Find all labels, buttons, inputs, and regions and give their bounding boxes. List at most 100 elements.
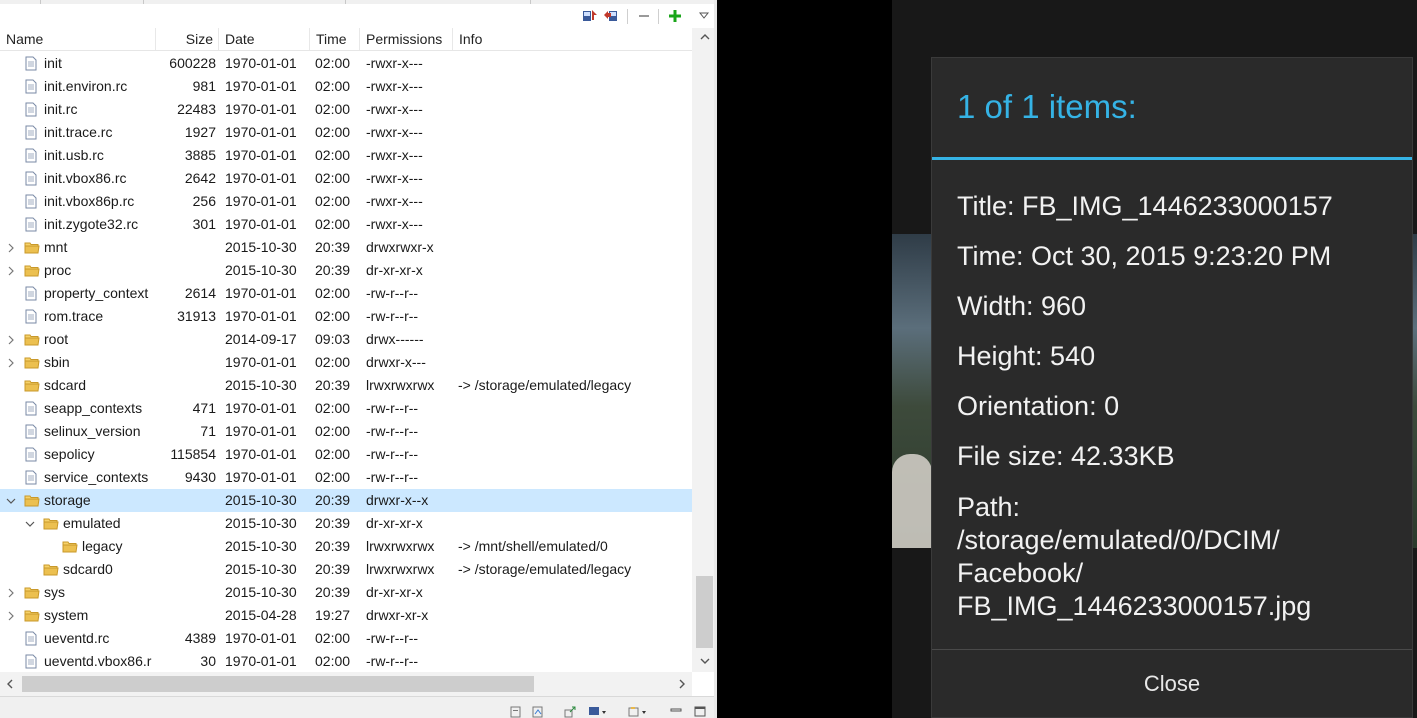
add-icon[interactable] [666,7,684,25]
file-date: 2015-10-30 [225,561,297,577]
table-row[interactable]: mnt 2015-10-30 20:39 drwxrwxr-x [0,236,692,259]
delete-icon[interactable] [635,7,653,25]
file-date: 2015-10-30 [225,377,297,393]
scroll-left-arrow-icon[interactable] [0,672,20,696]
file-time: 02:00 [315,285,351,301]
file-time: 02:00 [315,101,351,117]
file-info: -> /storage/emulated/legacy [458,377,632,393]
file-icon [24,171,40,186]
table-row[interactable]: init.zygote32.rc 301 1970-01-01 02:00 -rwxr-… [0,213,692,236]
folder-icon [24,355,40,370]
table-row[interactable]: init.usb.rc 3885 1970-01-01 02:00 -rwxr-x--- [0,144,692,167]
column-header-permissions[interactable]: Permissions [360,28,453,50]
file-time: 09:03 [315,331,351,347]
file-permissions: dr-xr-xr-x [366,262,423,278]
table-row[interactable]: property_context 2614 1970-01-01 02:00 -rw-r… [0,282,692,305]
file-info: -> /storage/emulated/legacy [458,561,632,577]
table-row[interactable]: init.vbox86.rc 2642 1970-01-01 02:00 -rwxr-x… [0,167,692,190]
column-header-time[interactable]: Time [310,28,360,50]
dialog-title-divider [932,157,1412,160]
file-name: ueventd.vbox86.r [44,653,152,669]
file-time: 20:39 [315,584,351,600]
file-date: 2015-04-28 [225,607,297,623]
table-row[interactable]: rom.trace 31913 1970-01-01 02:00 -rw-r--r-- [0,305,692,328]
chevron-right-icon[interactable] [5,328,17,351]
table-row[interactable]: proc 2015-10-30 20:39 dr-xr-xr-x [0,259,692,282]
column-header-info[interactable]: Info [453,28,692,50]
minimize-icon[interactable] [670,705,682,718]
file-icon [24,79,40,94]
view-menu-chevron-icon[interactable] [695,7,713,25]
file-permissions: -rw-r--r-- [366,469,419,485]
file-time: 20:39 [315,515,351,531]
table-row[interactable]: sepolicy 115854 1970-01-01 02:00 -rw-r--r-- [0,443,692,466]
close-button[interactable]: Close [932,650,1412,718]
file-name: rom.trace [44,308,104,324]
chevron-right-icon[interactable] [5,259,17,282]
table-row[interactable]: emulated 2015-10-30 20:39 dr-xr-xr-x [0,512,692,535]
file-permissions: drwxr-xr-x [366,607,429,623]
table-row[interactable]: init.rc 22483 1970-01-01 02:00 -rwxr-x--- [0,98,692,121]
open-view-icon[interactable] [628,705,648,718]
file-time: 02:00 [315,147,351,163]
detail-path-label: Path: [957,492,1021,522]
column-header-size[interactable]: Size [156,28,219,50]
table-row[interactable]: sdcard0 2015-10-30 20:39 lrwxrwxrwx -> /stor… [0,558,692,581]
file-permissions: -rwxr-x--- [366,193,423,209]
table-row[interactable]: ueventd.vbox86.r 30 1970-01-01 02:00 -rw-r--… [0,650,692,673]
display-icon[interactable] [588,705,608,718]
table-row[interactable]: init.trace.rc 1927 1970-01-01 02:00 -rwxr-x-… [0,121,692,144]
file-name: init.rc [44,101,78,117]
file-icon [24,125,40,140]
file-permissions: -rw-r--r-- [366,653,419,669]
table-row[interactable]: sbin 1970-01-01 02:00 drwxr-x--- [0,351,692,374]
column-header-date[interactable]: Date [219,28,310,50]
file-name: init.trace.rc [44,124,113,140]
table-row[interactable]: init.vbox86p.rc 256 1970-01-01 02:00 -rwxr-x… [0,190,692,213]
table-row[interactable]: root 2014-09-17 09:03 drwx------ [0,328,692,351]
file-name: seapp_contexts [44,400,143,416]
chevron-right-icon[interactable] [5,604,17,627]
file-name: init [44,55,62,71]
table-row[interactable]: ueventd.rc 4389 1970-01-01 02:00 -rw-r--r-- [0,627,692,650]
file-time: 02:00 [315,78,351,94]
file-size: 301 [192,216,216,232]
emulator-screen: 1 of 1 items: Title: FB_IMG_144623300015… [717,0,1417,718]
file-time: 02:00 [315,124,351,140]
table-row[interactable]: sdcard 2015-10-30 20:39 lrwxrwxrwx -> /stora… [0,374,692,397]
file-time: 02:00 [315,653,351,669]
chevron-down-icon[interactable] [5,489,17,512]
detail-orientation: Orientation: 0 [957,391,1120,421]
table-row[interactable]: storage 2015-10-30 20:39 drwxr-x--x [0,489,692,512]
file-name: ueventd.rc [44,630,110,646]
file-size: 115854 [170,446,216,462]
chevron-down-icon[interactable] [24,512,36,535]
pull-file-icon[interactable] [581,7,599,25]
table-row[interactable]: seapp_contexts 471 1970-01-01 02:00 -rw-r--r… [0,397,692,420]
horizontal-scroll-thumb[interactable] [22,676,534,692]
horizontal-scrollbar[interactable] [0,672,692,696]
toolbar-separator [627,9,628,24]
column-header-name[interactable]: Name [0,28,156,50]
export-icon[interactable] [564,705,576,718]
log-icon[interactable] [532,705,544,718]
table-row[interactable]: sys 2015-10-30 20:39 dr-xr-xr-x [0,581,692,604]
table-row[interactable]: init.environ.rc 981 1970-01-01 02:00 -rwxr-x… [0,75,692,98]
chevron-right-icon[interactable] [5,351,17,374]
table-row[interactable]: system 2015-04-28 19:27 drwxr-xr-x [0,604,692,627]
file-time: 02:00 [315,630,351,646]
console-icon[interactable] [510,705,522,718]
maximize-icon[interactable] [694,705,706,718]
table-row[interactable]: selinux_version 71 1970-01-01 02:00 -rw-r--r… [0,420,692,443]
file-name: property_context [44,285,149,301]
column-headers: Name Size Date Time Permissions Info [0,28,692,51]
table-row[interactable]: init 600228 1970-01-01 02:00 -rwxr-x--- [0,52,692,75]
push-file-icon[interactable] [602,7,620,25]
file-icon [24,286,40,301]
scroll-right-arrow-icon[interactable] [672,672,692,696]
chevron-right-icon[interactable] [5,236,17,259]
chevron-right-icon[interactable] [5,581,17,604]
table-row[interactable]: service_contexts 9430 1970-01-01 02:00 -rw-r… [0,466,692,489]
vertical-scroll-thumb[interactable] [696,576,713,648]
table-row[interactable]: legacy 2015-10-30 20:39 lrwxrwxrwx -> /mnt/s… [0,535,692,558]
